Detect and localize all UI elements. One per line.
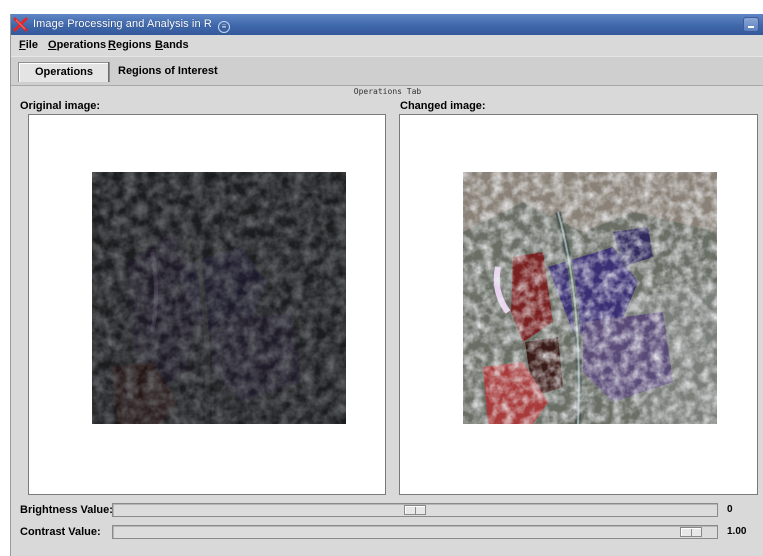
- menu-file-mnemonic: F: [19, 39, 26, 51]
- operations-tab-group-label: Operations Tab: [353, 87, 422, 96]
- app-window: Image Processing and Analysis in R ≡ Fil…: [10, 14, 763, 556]
- changed-image-label: Changed image:: [400, 100, 486, 112]
- window-title-text: Image Processing and Analysis in R: [33, 18, 212, 30]
- tab-operations[interactable]: Operations: [18, 62, 110, 82]
- menu-bands-label: ands: [162, 39, 189, 51]
- brightness-row: Brightness Value: 0: [11, 500, 763, 522]
- menu-bands[interactable]: Bands: [155, 39, 189, 51]
- menu-regions-mnemonic: R: [108, 39, 116, 51]
- menu-bar: File Operations Regions Bands: [11, 35, 763, 56]
- brightness-label: Brightness Value:: [20, 504, 113, 516]
- menu-bands-mnemonic: B: [155, 39, 163, 51]
- brightness-slider[interactable]: [112, 503, 718, 517]
- original-image-label: Original image:: [20, 100, 101, 112]
- changed-image: [463, 172, 717, 424]
- menu-operations[interactable]: Operations: [48, 39, 106, 51]
- minimize-icon[interactable]: [743, 17, 759, 32]
- original-image-panel: [28, 114, 386, 495]
- changed-image-panel: [399, 114, 758, 495]
- contrast-value: 1.00: [727, 526, 747, 537]
- x-logo-icon[interactable]: [13, 17, 28, 32]
- contrast-slider[interactable]: [112, 525, 718, 539]
- menu-operations-label: perations: [56, 39, 107, 51]
- tab-regions-of-interest[interactable]: Regions of Interest: [108, 62, 228, 82]
- contrast-slider-thumb[interactable]: [680, 527, 702, 537]
- title-bar[interactable]: Image Processing and Analysis in R ≡: [11, 14, 763, 35]
- contrast-label: Contrast Value:: [20, 526, 101, 538]
- shade-icon[interactable]: ≡: [218, 21, 231, 33]
- brightness-value: 0: [727, 504, 733, 515]
- original-image: [92, 172, 346, 424]
- menu-file-label: ile: [25, 39, 38, 51]
- menu-operations-mnemonic: O: [48, 39, 57, 51]
- menu-regions[interactable]: Regions: [108, 39, 151, 51]
- window-title: Image Processing and Analysis in R ≡: [33, 18, 231, 33]
- brightness-slider-thumb[interactable]: [404, 505, 426, 515]
- menu-regions-label: egions: [115, 39, 152, 51]
- contrast-row: Contrast Value: 1.00: [11, 522, 763, 544]
- tab-bar: Operations Regions of Interest: [11, 56, 763, 86]
- menu-file[interactable]: File: [19, 39, 38, 51]
